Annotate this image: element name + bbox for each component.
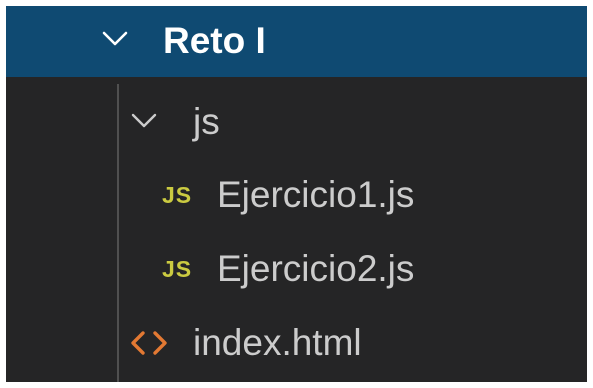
file-explorer-tree: Reto I js JS Ejercicio1.js JS Ejercicio2… bbox=[6, 6, 587, 382]
file-label: Ejercicio1.js bbox=[217, 174, 415, 215]
folder-label: js bbox=[193, 101, 220, 142]
chevron-down-icon[interactable] bbox=[131, 112, 157, 130]
html-code-icon bbox=[130, 330, 168, 356]
file-row-index-html[interactable]: index.html bbox=[6, 306, 587, 380]
file-row-ejercicio2[interactable]: JS Ejercicio2.js bbox=[6, 232, 587, 306]
file-label: Ejercicio2.js bbox=[217, 248, 415, 289]
javascript-file-icon: JS bbox=[162, 256, 193, 282]
file-label: index.html bbox=[193, 322, 362, 363]
folder-row-js[interactable]: js bbox=[6, 84, 587, 158]
file-row-ejercicio1[interactable]: JS Ejercicio1.js bbox=[6, 158, 587, 232]
chevron-down-icon[interactable] bbox=[102, 30, 128, 48]
folder-row-reto-i[interactable]: Reto I bbox=[6, 6, 587, 77]
javascript-file-icon: JS bbox=[162, 182, 193, 208]
folder-label: Reto I bbox=[163, 20, 266, 61]
